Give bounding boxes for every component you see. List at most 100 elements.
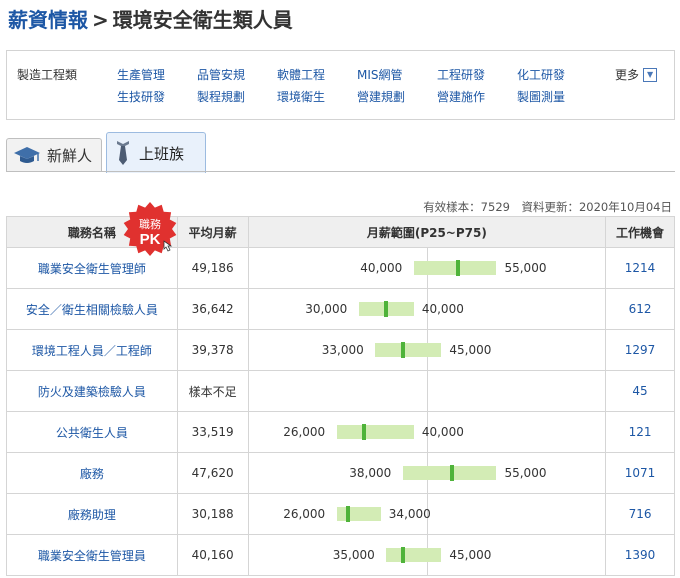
range-high-label: 55,000 <box>504 466 547 480</box>
table-row: 環境工程人員／工程師 39,378 33,000 45,000 1297 <box>6 329 675 371</box>
category-filter-box: 製造工程類 生產管理 品管安規 軟體工程 MIS網管 工程研發 化工研發 生技研… <box>6 50 675 120</box>
salary-range-cell: 26,000 34,000 <box>247 493 607 535</box>
category-link[interactable]: 製程規劃 <box>197 88 245 105</box>
table-row: 防火及建築檢驗人員 樣本不足 45 <box>6 370 675 412</box>
necktie-icon <box>117 141 129 165</box>
job-title-link[interactable]: 公共衛生人員 <box>6 411 178 453</box>
category-link[interactable]: 生技研發 <box>117 88 165 105</box>
table-row: 職業安全衛生管理員 40,160 35,000 45,000 1390 <box>6 534 675 576</box>
breadcrumb-separator: > <box>92 8 109 32</box>
average-salary: 49,186 <box>176 247 249 289</box>
tab-fresh-graduate[interactable]: 新鮮人 <box>6 138 102 172</box>
category-link[interactable]: 品管安規 <box>197 66 245 83</box>
category-link[interactable]: 環境衛生 <box>277 88 325 105</box>
average-salary: 39,378 <box>176 329 249 371</box>
average-salary: 33,519 <box>176 411 249 453</box>
job-pk-badge[interactable]: 職務 PK <box>122 201 178 257</box>
range-high-label: 45,000 <box>449 343 492 357</box>
category-link[interactable]: 工程研發 <box>437 66 485 83</box>
salary-range-cell: 38,000 55,000 <box>247 452 607 494</box>
job-title-link[interactable]: 防火及建築檢驗人員 <box>6 370 178 412</box>
category-link[interactable]: 軟體工程 <box>277 66 325 83</box>
average-salary: 36,642 <box>176 288 249 330</box>
median-marker <box>455 260 460 276</box>
job-openings-link[interactable]: 121 <box>605 411 675 453</box>
range-high-label: 40,000 <box>421 302 464 316</box>
table-row: 廠務 47,620 38,000 55,000 1071 <box>6 452 675 494</box>
range-low-label: 26,000 <box>283 425 326 439</box>
tab-employee[interactable]: 上班族 <box>106 132 206 173</box>
category-label: 製造工程類 <box>17 68 78 82</box>
table-row: 安全／衛生相關檢驗人員 36,642 30,000 40,000 612 <box>6 288 675 330</box>
range-high-label: 34,000 <box>388 507 431 521</box>
average-salary: 40,160 <box>176 534 249 576</box>
salary-range-bar <box>336 506 381 522</box>
job-openings-link[interactable]: 716 <box>605 493 675 535</box>
range-high-label: 45,000 <box>449 548 492 562</box>
range-low-label: 40,000 <box>360 261 403 275</box>
header-average-salary: 平均月薪 <box>176 216 249 248</box>
range-high-label: 55,000 <box>504 261 547 275</box>
range-low-label: 30,000 <box>305 302 348 316</box>
average-salary: 30,188 <box>176 493 249 535</box>
job-openings-link[interactable]: 1071 <box>605 452 675 494</box>
salary-range-bar <box>375 342 442 358</box>
tab-divider <box>6 171 675 172</box>
header-salary-range: 月薪範圍(P25~P75) <box>247 216 607 248</box>
median-marker <box>384 301 389 317</box>
category-link[interactable]: MIS網管 <box>357 66 403 83</box>
job-title-link[interactable]: 廠務 <box>6 452 178 494</box>
job-title-link[interactable]: 廠務助理 <box>6 493 178 535</box>
category-link[interactable]: 化工研發 <box>517 66 565 83</box>
job-openings-link[interactable]: 1214 <box>605 247 675 289</box>
salary-range-cell: 33,000 45,000 <box>247 329 607 371</box>
job-title-link[interactable]: 職業安全衛生管理員 <box>6 534 178 576</box>
graduation-cap-icon <box>14 146 40 163</box>
header-job-openings: 工作機會 <box>605 216 675 248</box>
table-row: 公共衛生人員 33,519 26,000 40,000 121 <box>6 411 675 453</box>
salary-range-bar <box>358 301 414 317</box>
salary-range-bar <box>413 260 497 276</box>
pk-badge-line2: PK <box>140 231 161 248</box>
salary-range-cell: 30,000 40,000 <box>247 288 607 330</box>
category-link[interactable]: 生產管理 <box>117 66 165 83</box>
salary-range-cell <box>247 370 607 412</box>
category-link[interactable]: 製圖測量 <box>517 88 565 105</box>
chevron-down-icon: ▼ <box>643 67 658 82</box>
job-openings-link[interactable]: 1297 <box>605 329 675 371</box>
median-marker <box>400 342 405 358</box>
median-marker <box>450 465 455 481</box>
range-high-label: 40,000 <box>421 425 464 439</box>
job-openings-link[interactable]: 45 <box>605 370 675 412</box>
salary-range-cell: 26,000 40,000 <box>247 411 607 453</box>
breadcrumb-home-link[interactable]: 薪資情報 <box>8 8 88 32</box>
table-row: 廠務助理 30,188 26,000 34,000 716 <box>6 493 675 535</box>
page-title: 薪資情報 > 環境安全衛生類人員 <box>8 4 293 33</box>
range-low-label: 33,000 <box>321 343 364 357</box>
range-center-line <box>426 371 428 411</box>
tab-label: 新鮮人 <box>47 147 93 165</box>
job-openings-link[interactable]: 612 <box>605 288 675 330</box>
median-marker <box>362 424 367 440</box>
sample-update-info: 有效樣本：7529 資料更新：2020年10月04日 <box>423 200 672 214</box>
category-link[interactable]: 營建施作 <box>437 88 485 105</box>
tab-label: 上班族 <box>139 144 185 163</box>
salary-range-bar <box>386 547 442 563</box>
range-low-label: 38,000 <box>349 466 392 480</box>
salary-range-cell: 35,000 45,000 <box>247 534 607 576</box>
salary-range-bar <box>402 465 497 481</box>
average-salary: 樣本不足 <box>176 370 249 412</box>
more-label: 更多 <box>615 68 640 82</box>
median-marker <box>345 506 350 522</box>
median-marker <box>400 547 405 563</box>
job-openings-link[interactable]: 1390 <box>605 534 675 576</box>
job-title-link[interactable]: 環境工程人員／工程師 <box>6 329 178 371</box>
table-row: 職業安全衛生管理師 49,186 40,000 55,000 1214 <box>6 247 675 289</box>
range-low-label: 26,000 <box>283 507 326 521</box>
breadcrumb-current: 環境安全衛生類人員 <box>112 8 293 32</box>
more-categories-button[interactable]: 更多 ▼ <box>615 66 658 83</box>
average-salary: 47,620 <box>176 452 249 494</box>
category-link[interactable]: 營建規劃 <box>357 88 405 105</box>
pk-badge-line1: 職務 <box>139 217 161 231</box>
job-title-link[interactable]: 安全／衛生相關檢驗人員 <box>6 288 178 330</box>
